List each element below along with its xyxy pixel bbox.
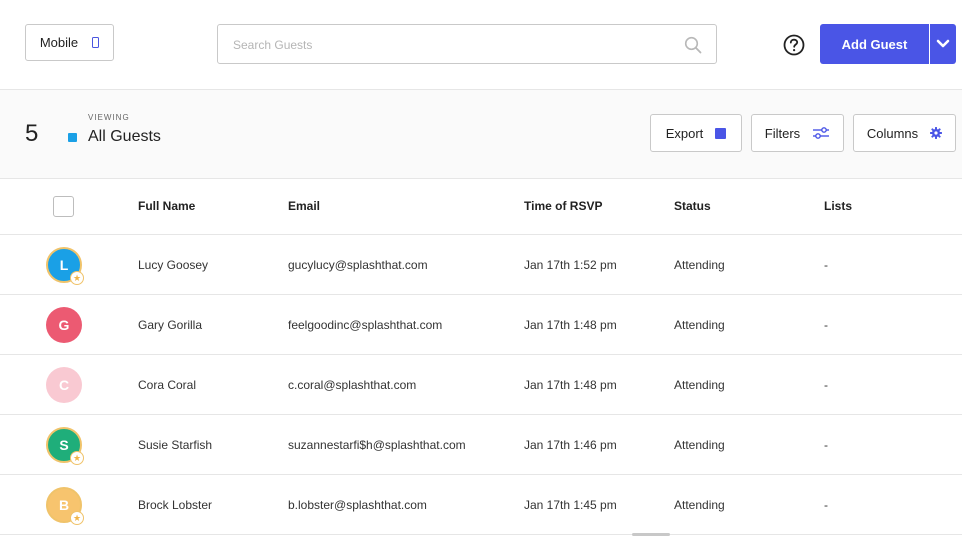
column-header-full-name[interactable]: Full Name <box>138 199 195 213</box>
guest-name: Susie Starfish <box>138 438 213 452</box>
export-button-label: Export <box>665 125 704 141</box>
guest-status: Attending <box>674 378 725 392</box>
top-toolbar: Mobile Add Guest <box>0 0 962 90</box>
column-header-status[interactable]: Status <box>674 199 711 213</box>
mobile-button[interactable]: Mobile <box>25 24 114 61</box>
guest-email: b.lobster@splashthat.com <box>288 498 427 512</box>
gear-icon <box>930 127 943 139</box>
guest-status: Attending <box>674 318 725 332</box>
search-box[interactable] <box>217 24 717 64</box>
columns-button[interactable]: Columns <box>853 114 956 152</box>
guest-count: 5 <box>25 120 39 147</box>
guest-status: Attending <box>674 258 725 272</box>
guest-avatar: C <box>46 367 82 403</box>
help-circle-icon[interactable] <box>783 34 805 56</box>
guest-name: Lucy Goosey <box>138 258 209 272</box>
table-row[interactable]: L ★ Lucy Goosey gucylucy@splashthat.com … <box>0 235 962 295</box>
avatar-initial: B <box>58 497 70 513</box>
chevron-down-icon <box>936 39 950 48</box>
add-guest-label: Add Guest <box>841 36 908 52</box>
guest-email: suzannestarfi$h@splashthat.com <box>288 438 466 452</box>
phone-icon <box>92 37 100 48</box>
viewing-label: VIEWING <box>88 113 130 122</box>
guest-lists: - <box>824 318 828 332</box>
export-button[interactable]: Export <box>650 114 742 152</box>
star-icon: ★ <box>70 451 84 465</box>
column-header-time-of-rsvp[interactable]: Time of RSVP <box>524 199 602 213</box>
star-icon: ★ <box>70 271 84 285</box>
sliders-icon <box>813 127 830 139</box>
table-row[interactable]: G Gary Gorilla feelgoodinc@splashthat.co… <box>0 295 962 355</box>
square-icon <box>715 127 727 139</box>
table-row[interactable]: B ★ Brock Lobster b.lobster@splashthat.c… <box>0 475 962 535</box>
guest-lists: - <box>824 258 828 272</box>
avatar-initial: C <box>58 377 70 393</box>
guest-rsvp-time: Jan 17th 1:45 pm <box>524 498 617 512</box>
columns-button-label: Columns <box>866 125 919 141</box>
guest-status: Attending <box>674 438 725 452</box>
guest-email: c.coral@splashthat.com <box>288 378 417 392</box>
table-row[interactable]: S ★ Susie Starfish suzannestarfi$h@splas… <box>0 415 962 475</box>
avatar-initial: L <box>59 257 69 273</box>
guest-name: Brock Lobster <box>138 498 213 512</box>
select-all-checkbox[interactable] <box>53 196 74 217</box>
mobile-button-label: Mobile <box>39 35 79 50</box>
guest-name: Cora Coral <box>138 378 197 392</box>
guest-avatar: G <box>46 307 82 343</box>
filters-button-label: Filters <box>764 125 801 141</box>
table-row[interactable]: C Cora Coral c.coral@splashthat.com Jan … <box>0 355 962 415</box>
search-icon[interactable] <box>684 36 702 54</box>
guest-lists: - <box>824 498 828 512</box>
view-color-dot <box>68 133 77 142</box>
view-summary-bar: 5 VIEWING All Guests Export Filters Colu… <box>0 90 962 179</box>
guest-avatar: S ★ <box>46 427 84 465</box>
add-guest-dropdown-button[interactable] <box>930 24 956 64</box>
guest-email: feelgoodinc@splashthat.com <box>288 318 443 332</box>
guest-lists: - <box>824 378 828 392</box>
view-name[interactable]: All Guests <box>88 128 161 146</box>
star-icon: ★ <box>70 511 84 525</box>
guest-name: Gary Gorilla <box>138 318 203 332</box>
guest-status: Attending <box>674 498 725 512</box>
search-input[interactable] <box>233 35 673 55</box>
guest-lists: - <box>824 438 828 452</box>
guest-avatar: L ★ <box>46 247 84 285</box>
filters-button[interactable]: Filters <box>751 114 844 152</box>
guest-avatar: B ★ <box>46 487 84 525</box>
guest-rsvp-time: Jan 17th 1:52 pm <box>524 258 617 272</box>
guest-rsvp-time: Jan 17th 1:48 pm <box>524 378 617 392</box>
avatar-initial: G <box>58 317 70 333</box>
guest-rsvp-time: Jan 17th 1:48 pm <box>524 318 617 332</box>
avatar-initial: S <box>59 437 69 453</box>
guest-email: gucylucy@splashthat.com <box>288 258 428 272</box>
table-header: Full Name Email Time of RSVP Status List… <box>0 179 962 235</box>
add-guest-button[interactable]: Add Guest <box>820 24 929 64</box>
column-header-email[interactable]: Email <box>288 199 320 213</box>
guest-rsvp-time: Jan 17th 1:46 pm <box>524 438 617 452</box>
column-header-lists[interactable]: Lists <box>824 199 852 213</box>
